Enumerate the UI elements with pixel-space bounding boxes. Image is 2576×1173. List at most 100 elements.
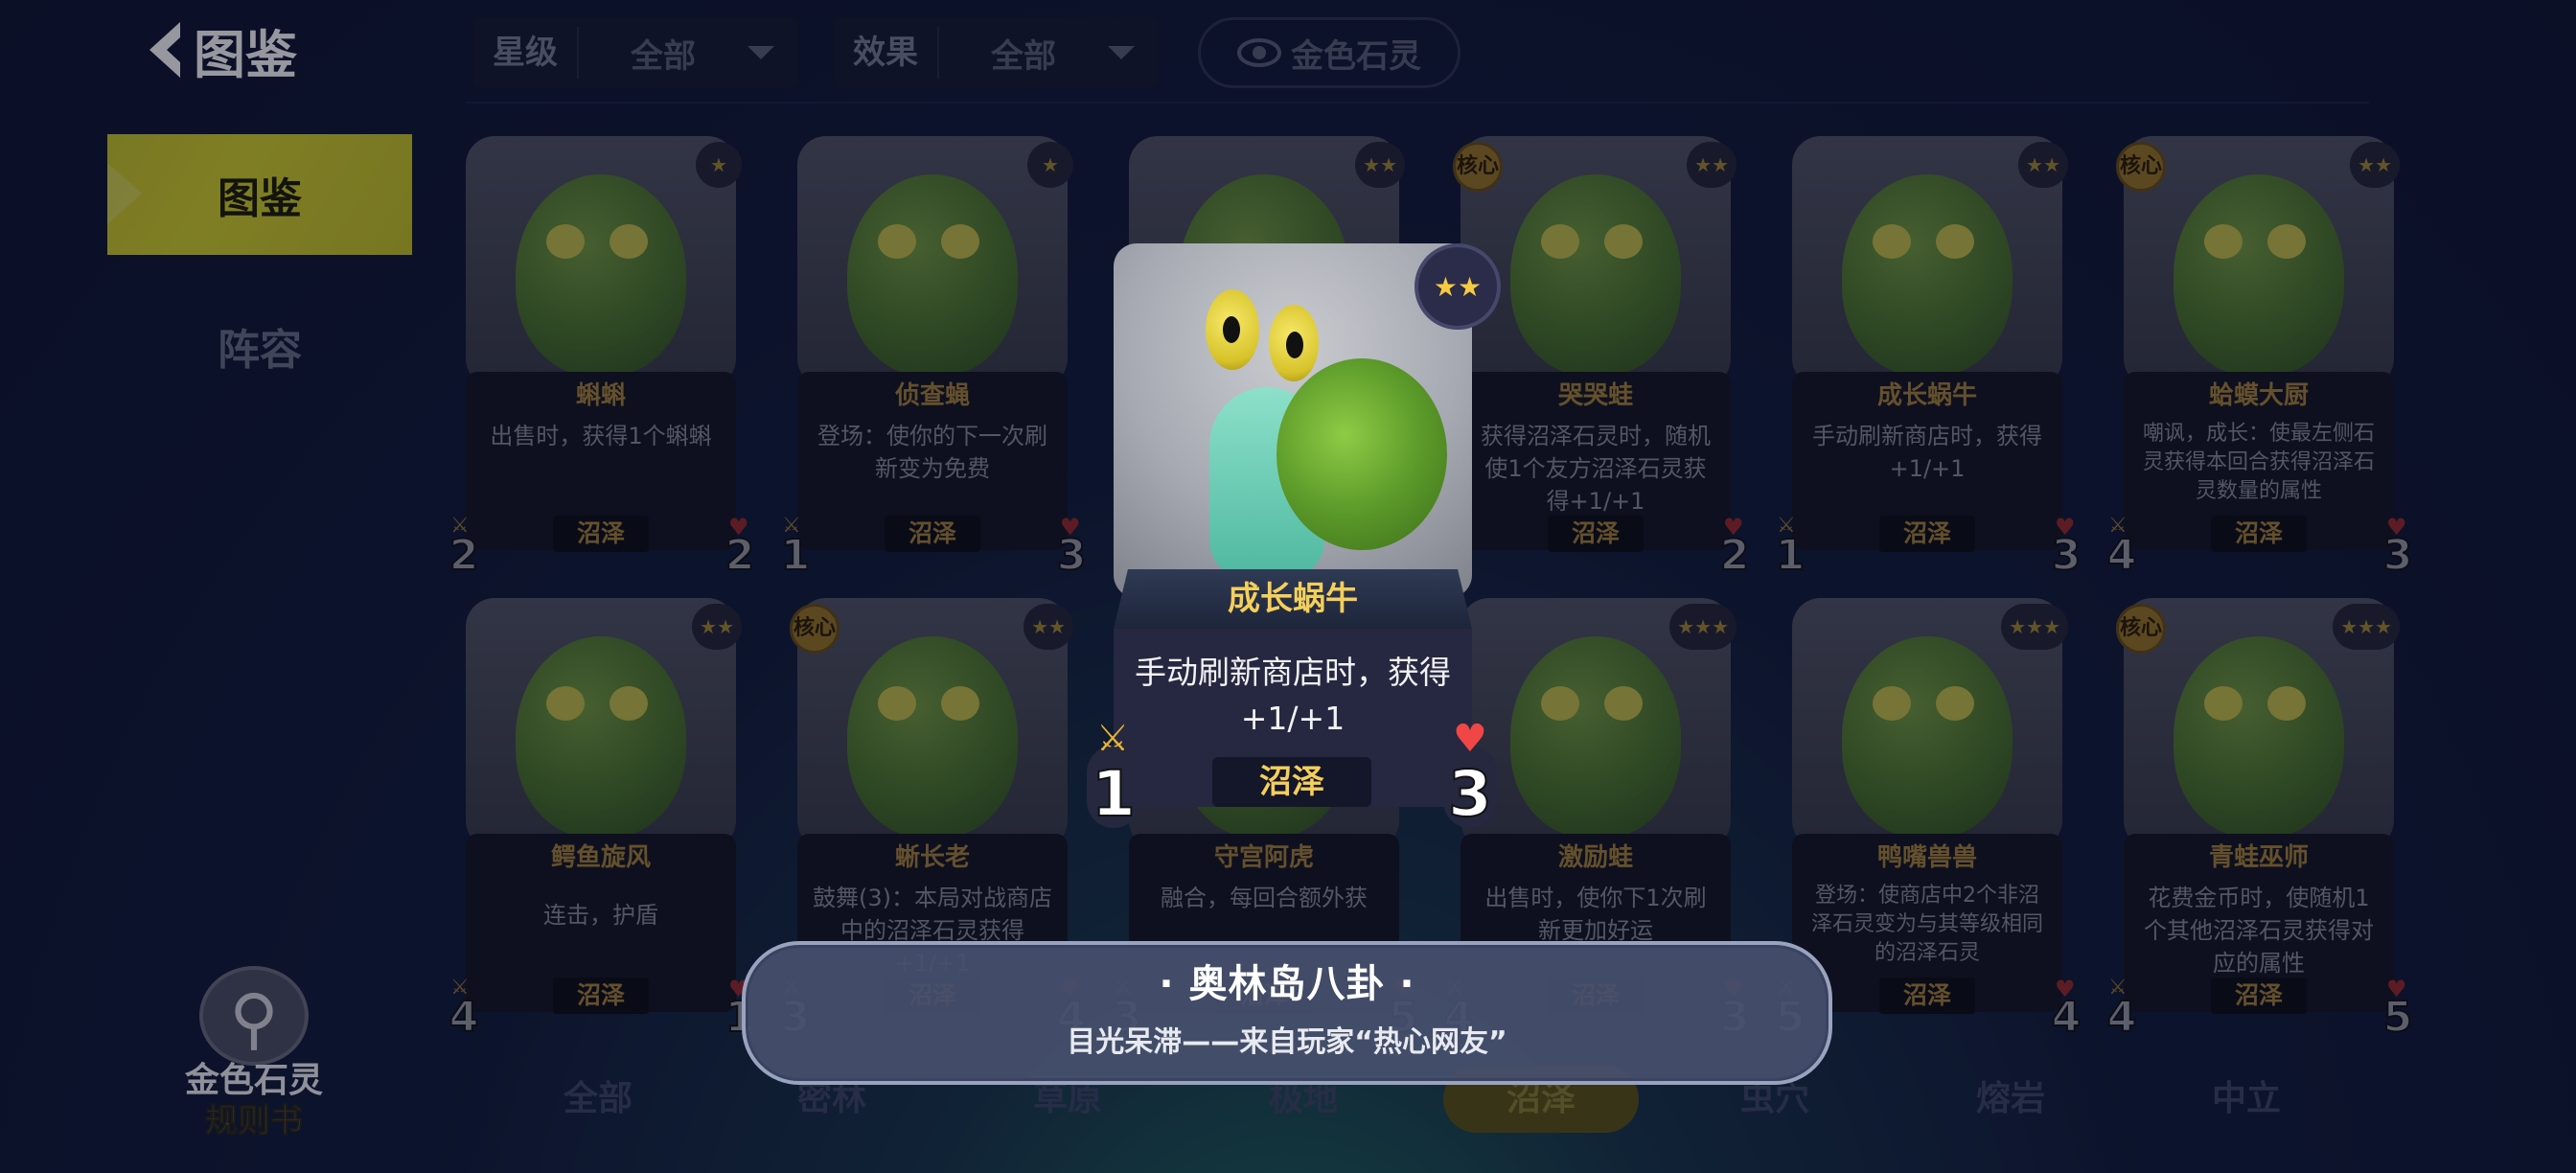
creature-card[interactable]: ★★ 成长蜗牛 手动刷新商店时，获得+1/+1 沼泽 ⚔ 1 ♥ 3 bbox=[1775, 136, 2082, 581]
card-description: 获得沼泽石灵时，随机使1个友方沼泽石灵获得+1/+1 bbox=[1481, 423, 1711, 515]
card-tribe: 沼泽 bbox=[1548, 516, 1644, 552]
health-stat: ♥5 bbox=[2382, 976, 2414, 1043]
creature-art bbox=[797, 136, 1068, 387]
health-stat: ♥3 bbox=[1056, 514, 1088, 581]
creature-card[interactable]: ★★ 鳄鱼旋风 连击，护盾 沼泽 ⚔ 4 ♥ 1 bbox=[448, 598, 755, 1043]
star-filter-label: 星级 bbox=[473, 27, 579, 79]
card-name: 蛤蟆大厨 bbox=[2208, 381, 2309, 410]
card-name: 守宫阿虎 bbox=[1213, 843, 1314, 872]
back-button[interactable]: 图鉴 bbox=[142, 15, 297, 85]
health-stat: ♥ 2 bbox=[724, 514, 756, 581]
popup-card-tribe: 沼泽 bbox=[1212, 757, 1371, 807]
star-rating-badge: ★★★ bbox=[2333, 604, 2400, 650]
caret-down-icon bbox=[748, 46, 774, 59]
sidebar-tab-label: 图鉴 bbox=[218, 174, 302, 223]
chevron-left-icon bbox=[150, 22, 180, 78]
creature-art bbox=[466, 136, 736, 387]
creature-card[interactable]: ★ 侦查蝇 登场：使你的下一次刷新变为免费 沼泽 ⚔ 1 ♥ 3 bbox=[780, 136, 1087, 581]
attack-stat: ⚔ 2 bbox=[448, 514, 480, 581]
sword-icon: ⚔ bbox=[1096, 717, 1130, 759]
card-name: 蜥长老 bbox=[894, 843, 970, 872]
card-description: 连击，护盾 bbox=[543, 902, 658, 929]
star-rating-badge: ★★ bbox=[2350, 142, 2400, 188]
core-badge: 核心 bbox=[2116, 604, 2166, 654]
card-description: 出售时，获得1个蝌蝌 bbox=[490, 423, 712, 449]
star-rating-badge: ★★★ bbox=[1669, 604, 1736, 650]
tribe-tab-neutral[interactable]: 中立 bbox=[2150, 1066, 2342, 1133]
gold-stone-rulebook-button[interactable]: ⚲ 金色石灵 规则书 bbox=[182, 966, 326, 1141]
creature-card[interactable]: ★ 蝌蝌 出售时，获得1个蝌蝌 沼泽 ⚔ 2 ♥ 2 bbox=[448, 136, 755, 581]
card-detail-popup: ★★ 成长蜗牛 手动刷新商店时，获得+1/+1 沼泽 ⚔ 1 ♥ 3 bbox=[1083, 243, 1501, 834]
sidebar-tab-lineup[interactable]: 阵容 bbox=[107, 286, 412, 406]
card-description: 融合，每回合额外获 bbox=[1161, 885, 1368, 911]
card-tribe: 沼泽 bbox=[553, 516, 649, 552]
core-badge: 核心 bbox=[790, 604, 840, 654]
effect-filter-value: 全部 bbox=[991, 36, 1056, 76]
attack-stat: ⚔4 bbox=[448, 976, 480, 1043]
gold-stone-toggle[interactable]: 金色石灵 bbox=[1198, 17, 1460, 88]
gossip-text: 目光呆滞——来自玩家“热心网友” bbox=[1067, 1025, 1507, 1059]
card-tribe: 沼泽 bbox=[885, 516, 980, 552]
card-description: 出售时，使你下1次刷新更加好运 bbox=[1484, 885, 1707, 944]
star-rating-badge: ★★ bbox=[1355, 142, 1405, 188]
attack-stat: ⚔4 bbox=[2106, 514, 2138, 581]
card-name: 成长蜗牛 bbox=[1876, 381, 1977, 410]
magnifier-icon: ⚲ bbox=[199, 966, 309, 1066]
health-stat: ♥3 bbox=[2051, 514, 2082, 581]
card-tribe: 沼泽 bbox=[1879, 978, 1975, 1014]
star-rating-badge: ★★ bbox=[2018, 142, 2068, 188]
attack-stat: ⚔ 1 bbox=[780, 514, 812, 581]
effect-filter-label: 效果 bbox=[834, 27, 939, 79]
popup-card-description: 手动刷新商店时，获得+1/+1 bbox=[1135, 654, 1451, 737]
popup-card-name: 成长蜗牛 bbox=[1228, 580, 1358, 618]
popup-health-stat: ♥ 3 bbox=[1439, 717, 1501, 832]
sidebar-tab-codex[interactable]: 图鉴 bbox=[107, 134, 412, 255]
star-rating-badge: ★ bbox=[1027, 142, 1073, 188]
card-name: 蝌蝌 bbox=[575, 381, 626, 410]
page-title: 图鉴 bbox=[194, 24, 297, 85]
star-rating-badge: ★★ bbox=[1024, 604, 1073, 650]
card-name: 鸭嘴兽兽 bbox=[1876, 843, 1977, 872]
card-name: 侦查蝇 bbox=[894, 381, 970, 410]
creature-card[interactable]: 核心 ★★★ 青蛙巫师 花费金币时，使随机1个其他沼泽石灵获得对应的属性 沼泽 … bbox=[2106, 598, 2413, 1043]
card-description: 嘲讽，成长：使最左侧石灵获得本回合获得沼泽石灵数量的属性 bbox=[2142, 422, 2375, 503]
effect-filter-dropdown[interactable]: 效果 全部 bbox=[834, 17, 1158, 88]
creature-card[interactable]: 核心 ★★ 蛤蟆大厨 嘲讽，成长：使最左侧石灵获得本回合获得沼泽石灵数量的属性 … bbox=[2106, 136, 2413, 581]
card-description: 手动刷新商店时，获得+1/+1 bbox=[1812, 423, 2042, 482]
card-name: 激励蛙 bbox=[1557, 843, 1633, 872]
sidebar-tab-label: 阵容 bbox=[218, 326, 302, 375]
popup-attack-stat: ⚔ 1 bbox=[1083, 717, 1144, 832]
star-filter-value: 全部 bbox=[631, 36, 696, 76]
card-description: 登场：使你的下一次刷新变为免费 bbox=[817, 423, 1047, 482]
card-tribe: 沼泽 bbox=[553, 978, 649, 1014]
health-stat: ♥ 2 bbox=[1719, 514, 1751, 581]
health-stat: ♥4 bbox=[2051, 976, 2082, 1043]
gossip-title: · 奥林岛八卦 · bbox=[1159, 962, 1415, 1006]
star-rating-badge: ★★ bbox=[692, 604, 742, 650]
card-name: 哭哭蛙 bbox=[1557, 381, 1633, 410]
star-rating-badge: ★★ bbox=[1414, 243, 1501, 330]
health-stat: ♥3 bbox=[2382, 514, 2414, 581]
eye-icon bbox=[1237, 38, 1281, 67]
caret-down-icon bbox=[1108, 46, 1135, 59]
card-name: 青蛙巫师 bbox=[2208, 843, 2309, 872]
star-rating-badge: ★★★ bbox=[2001, 604, 2068, 650]
header-divider bbox=[466, 102, 2369, 104]
core-badge: 核心 bbox=[1453, 142, 1503, 192]
card-name: 鳄鱼旋风 bbox=[550, 843, 651, 872]
rulebook-sublabel: 规则书 bbox=[205, 1102, 304, 1141]
card-description: 花费金币时，使随机1个其他沼泽石灵获得对应的属性 bbox=[2144, 885, 2374, 977]
card-tribe: 沼泽 bbox=[2211, 978, 2307, 1014]
tribe-tab-all[interactable]: 全部 bbox=[502, 1066, 694, 1133]
star-filter-dropdown[interactable]: 星级 全部 bbox=[473, 17, 797, 88]
heart-icon: ♥ bbox=[1453, 717, 1487, 761]
gold-stone-toggle-label: 金色石灵 bbox=[1291, 36, 1421, 76]
star-rating-badge: ★★ bbox=[1687, 142, 1736, 188]
tribe-tab-lava[interactable]: 熔岩 bbox=[1915, 1066, 2106, 1133]
card-description: 登场：使商店中2个非沼泽石灵变为与其等级相同的沼泽石灵 bbox=[1810, 884, 2043, 965]
card-tribe: 沼泽 bbox=[2211, 516, 2307, 552]
core-badge: 核心 bbox=[2116, 142, 2166, 192]
star-rating-badge: ★ bbox=[696, 142, 742, 188]
gossip-banner: · 奥林岛八卦 · 目光呆滞——来自玩家“热心网友” bbox=[742, 941, 1832, 1085]
card-tribe: 沼泽 bbox=[1879, 516, 1975, 552]
